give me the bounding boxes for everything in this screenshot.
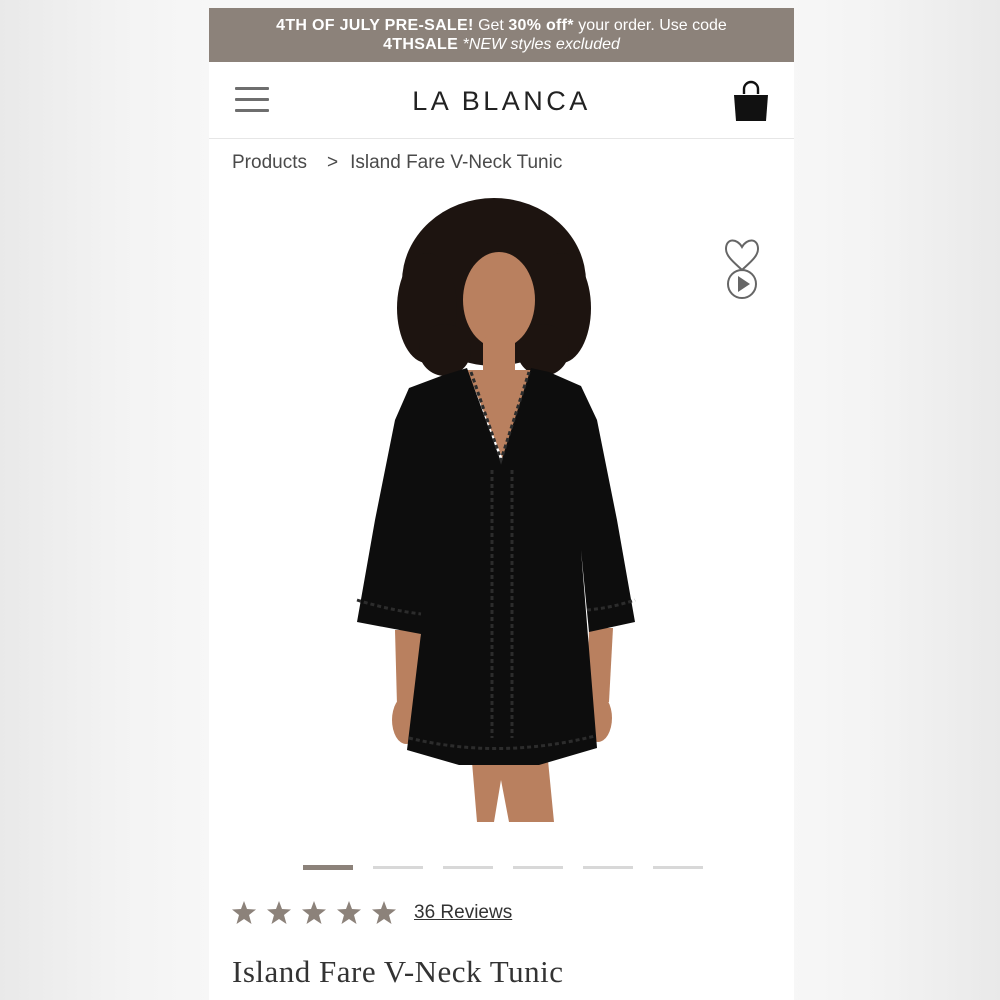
breadcrumb-separator: > [326,152,339,173]
star-icon [337,901,361,924]
site-header: LA BLANCA [209,62,794,139]
promo-banner[interactable]: 4TH OF JULY PRE-SALE! Get 30% off* your … [209,8,794,62]
mobile-viewport: 4TH OF JULY PRE-SALE! Get 30% off* your … [209,8,794,1000]
reviews-link[interactable]: 36 Reviews [414,902,512,924]
promo-get-text: Get [478,17,504,34]
gallery-pagination [303,865,703,870]
slide-indicator-3[interactable] [443,866,493,869]
star-icon [232,901,256,924]
slide-indicator-1[interactable] [303,865,353,870]
breadcrumb-current: Island Fare V-Neck Tunic [350,152,563,173]
product-title: Island Fare V-Neck Tunic [232,954,564,989]
star-icon [302,901,326,924]
breadcrumb-products-link[interactable]: Products [232,152,307,174]
slide-indicator-4[interactable] [513,866,563,869]
promo-headline: 4TH OF JULY PRE-SALE! [276,17,474,34]
promo-order-text: your order. Use code [578,17,727,34]
shopping-bag-icon[interactable] [731,80,771,124]
promo-note: *NEW styles excluded [462,36,620,53]
product-image[interactable] [209,190,794,830]
brand-logo[interactable]: LA BLANCA [209,86,794,117]
star-rating [232,901,396,924]
product-rating: 36 Reviews [232,901,512,924]
slide-indicator-2[interactable] [373,866,423,869]
heart-icon[interactable] [724,239,760,272]
play-video-icon[interactable] [727,269,757,299]
promo-discount: 30% off* [508,17,574,34]
slide-indicator-5[interactable] [583,866,633,869]
breadcrumb: Products > Island Fare V-Neck Tunic [232,152,562,174]
slide-indicator-6[interactable] [653,866,703,869]
star-icon [372,901,396,924]
star-icon [267,901,291,924]
promo-code: 4THSALE [383,36,459,53]
